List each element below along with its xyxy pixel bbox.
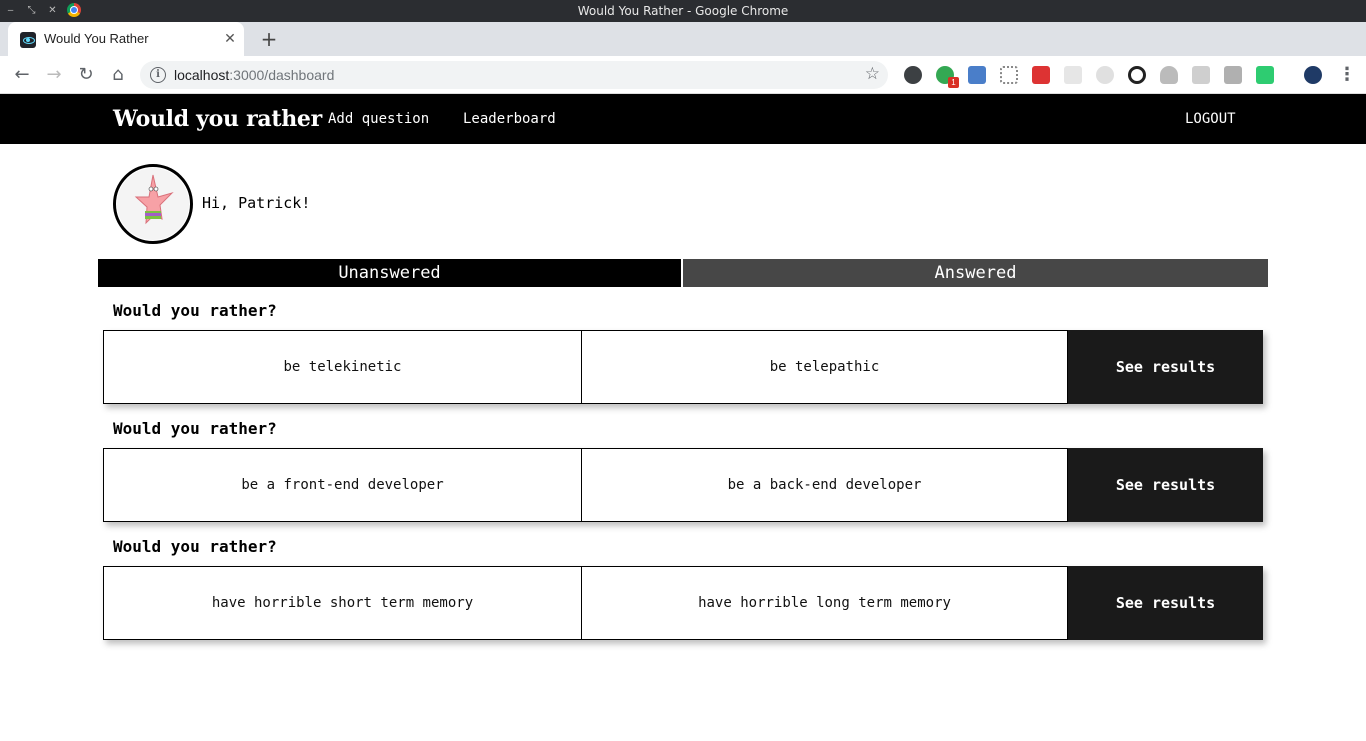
option-two[interactable]: be a back-end developer [582,448,1068,522]
question-card: Would you rather? be telekinetic be tele… [103,300,1263,404]
dotted-extension-icon[interactable] [1000,66,1018,84]
option-one[interactable]: have horrible short term memory [103,566,582,640]
question-tabs: Unanswered Answered [98,259,1268,287]
option-one[interactable]: be telekinetic [103,330,582,404]
avatar [113,164,193,244]
back-arrow-icon[interactable]: ← [10,63,34,87]
option-two[interactable]: be telepathic [582,330,1068,404]
option-two[interactable]: have horrible long term memory [582,566,1068,640]
see-results-button[interactable]: See results [1068,448,1263,522]
question-options: be telekinetic be telepathic See results [103,330,1263,404]
question-options: have horrible short term memory have hor… [103,566,1263,640]
logout-button[interactable]: LOGOUT [1185,94,1236,144]
option-one[interactable]: be a front-end developer [103,448,582,522]
home-icon[interactable]: ⌂ [106,63,130,87]
blue-extension-icon[interactable] [968,66,986,84]
address-bar[interactable]: i localhost:3000/dashboard ☆ [140,61,888,89]
tab-unanswered[interactable]: Unanswered [98,259,681,287]
browser-menu-icon[interactable]: ⋮ [1338,64,1356,86]
see-results-button[interactable]: See results [1068,330,1263,404]
profile-avatar-icon[interactable] [1304,66,1322,84]
tab-answered[interactable]: Answered [683,259,1268,287]
chat-extension-icon[interactable] [1256,66,1274,84]
person-extension-icon[interactable] [1160,66,1178,84]
github-extension-icon[interactable] [1128,66,1146,84]
tab-strip: Would You Rather ✕ + [0,22,1366,56]
question-card: Would you rather? be a front-end develop… [103,418,1263,522]
browser-tab-title: Would You Rather [44,31,149,46]
bookmark-star-icon[interactable]: ☆ [865,64,880,84]
reload-icon[interactable]: ↻ [74,63,98,87]
question-card: Would you rather? have horrible short te… [103,536,1263,640]
nav-leaderboard[interactable]: Leaderboard [463,94,556,144]
url-host: localhost [174,67,230,83]
question-title: Would you rather? [113,537,277,556]
question-options: be a front-end developer be a back-end d… [103,448,1263,522]
red-extension-icon[interactable] [1032,66,1050,84]
wordpress-extension-icon[interactable] [904,66,922,84]
nav-add-question[interactable]: Add question [328,94,429,144]
greeting-text: Hi, Patrick! [202,194,311,212]
extension-badge: 1 [948,77,959,88]
url-path: :3000/dashboard [229,67,335,83]
cloud-extension-icon[interactable] [1096,66,1114,84]
tab-close-icon[interactable]: ✕ [222,31,238,47]
browser-toolbar: ← → ↻ ⌂ i localhost:3000/dashboard ☆ [0,56,1366,94]
patrick-avatar-icon [117,168,189,240]
window-titlebar: ‒ ⤡ ✕ Would You Rather - Google Chrome [0,0,1366,22]
react-favicon-icon [20,32,36,48]
browser-tab[interactable]: Would You Rather ✕ [8,22,244,56]
notion-extension-icon[interactable] [1192,66,1210,84]
d-extension-icon[interactable] [1224,66,1242,84]
new-tab-icon[interactable]: + [258,28,280,50]
see-results-button[interactable]: See results [1068,566,1263,640]
question-title: Would you rather? [113,419,277,438]
site-info-icon[interactable]: i [150,67,166,83]
brand-logo[interactable]: Would you rather [113,94,322,144]
question-title: Would you rather? [113,301,277,320]
forward-arrow-icon[interactable]: → [42,63,66,87]
app-navbar: Would you rather Add question Leaderboar… [0,94,1366,144]
window-title: Would You Rather - Google Chrome [577,4,789,18]
grey-extension-icon[interactable] [1064,66,1082,84]
url-text[interactable]: localhost:3000/dashboard [174,61,334,89]
